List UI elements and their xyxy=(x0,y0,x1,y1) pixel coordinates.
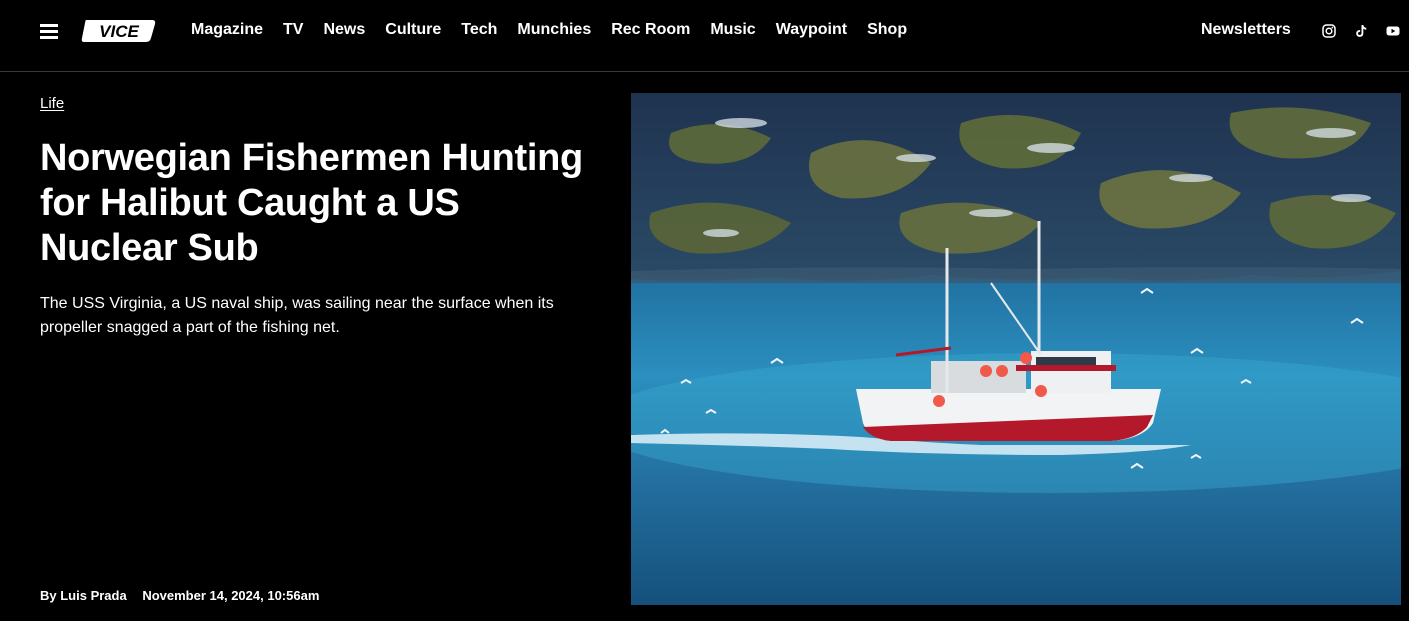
nav-item-music[interactable]: Music xyxy=(710,20,755,40)
author-link[interactable]: By Luis Prada xyxy=(40,588,127,603)
nav-item-rec-room[interactable]: Rec Room xyxy=(611,20,690,40)
nav-item-news[interactable]: News xyxy=(323,20,365,40)
tiktok-icon[interactable] xyxy=(1354,24,1368,38)
menu-icon[interactable] xyxy=(40,24,58,39)
article-dek: The USS Virginia, a US naval ship, was s… xyxy=(40,295,554,336)
nav-item-waypoint[interactable]: Waypoint xyxy=(776,20,847,40)
primary-nav: Magazine TV News Culture Tech Munchies R… xyxy=(191,20,907,40)
nav-item-tv[interactable]: TV xyxy=(283,20,303,40)
site-header: VICE Magazine TV News Culture Tech Munch… xyxy=(0,0,1409,72)
instagram-icon[interactable] xyxy=(1322,24,1336,38)
article-meta: By Luis Prada November 14, 2024, 10:56am xyxy=(40,588,319,603)
youtube-icon[interactable] xyxy=(1386,24,1400,38)
hero-image xyxy=(631,93,1401,605)
category-link[interactable]: Life xyxy=(40,95,64,112)
nav-item-shop[interactable]: Shop xyxy=(867,20,907,40)
vice-logo[interactable]: VICE xyxy=(80,16,158,46)
article-headline: Norwegian Fishermen Hunting for Halibut … xyxy=(40,137,583,269)
nav-item-munchies[interactable]: Munchies xyxy=(517,20,591,40)
nav-item-tech[interactable]: Tech xyxy=(461,20,497,40)
publish-date: November 14, 2024, 10:56am xyxy=(142,588,320,603)
newsletters-link[interactable]: Newsletters xyxy=(1201,20,1291,40)
nav-item-magazine[interactable]: Magazine xyxy=(191,20,263,40)
logo-text: VICE xyxy=(99,22,139,41)
nav-item-culture[interactable]: Culture xyxy=(385,20,441,40)
